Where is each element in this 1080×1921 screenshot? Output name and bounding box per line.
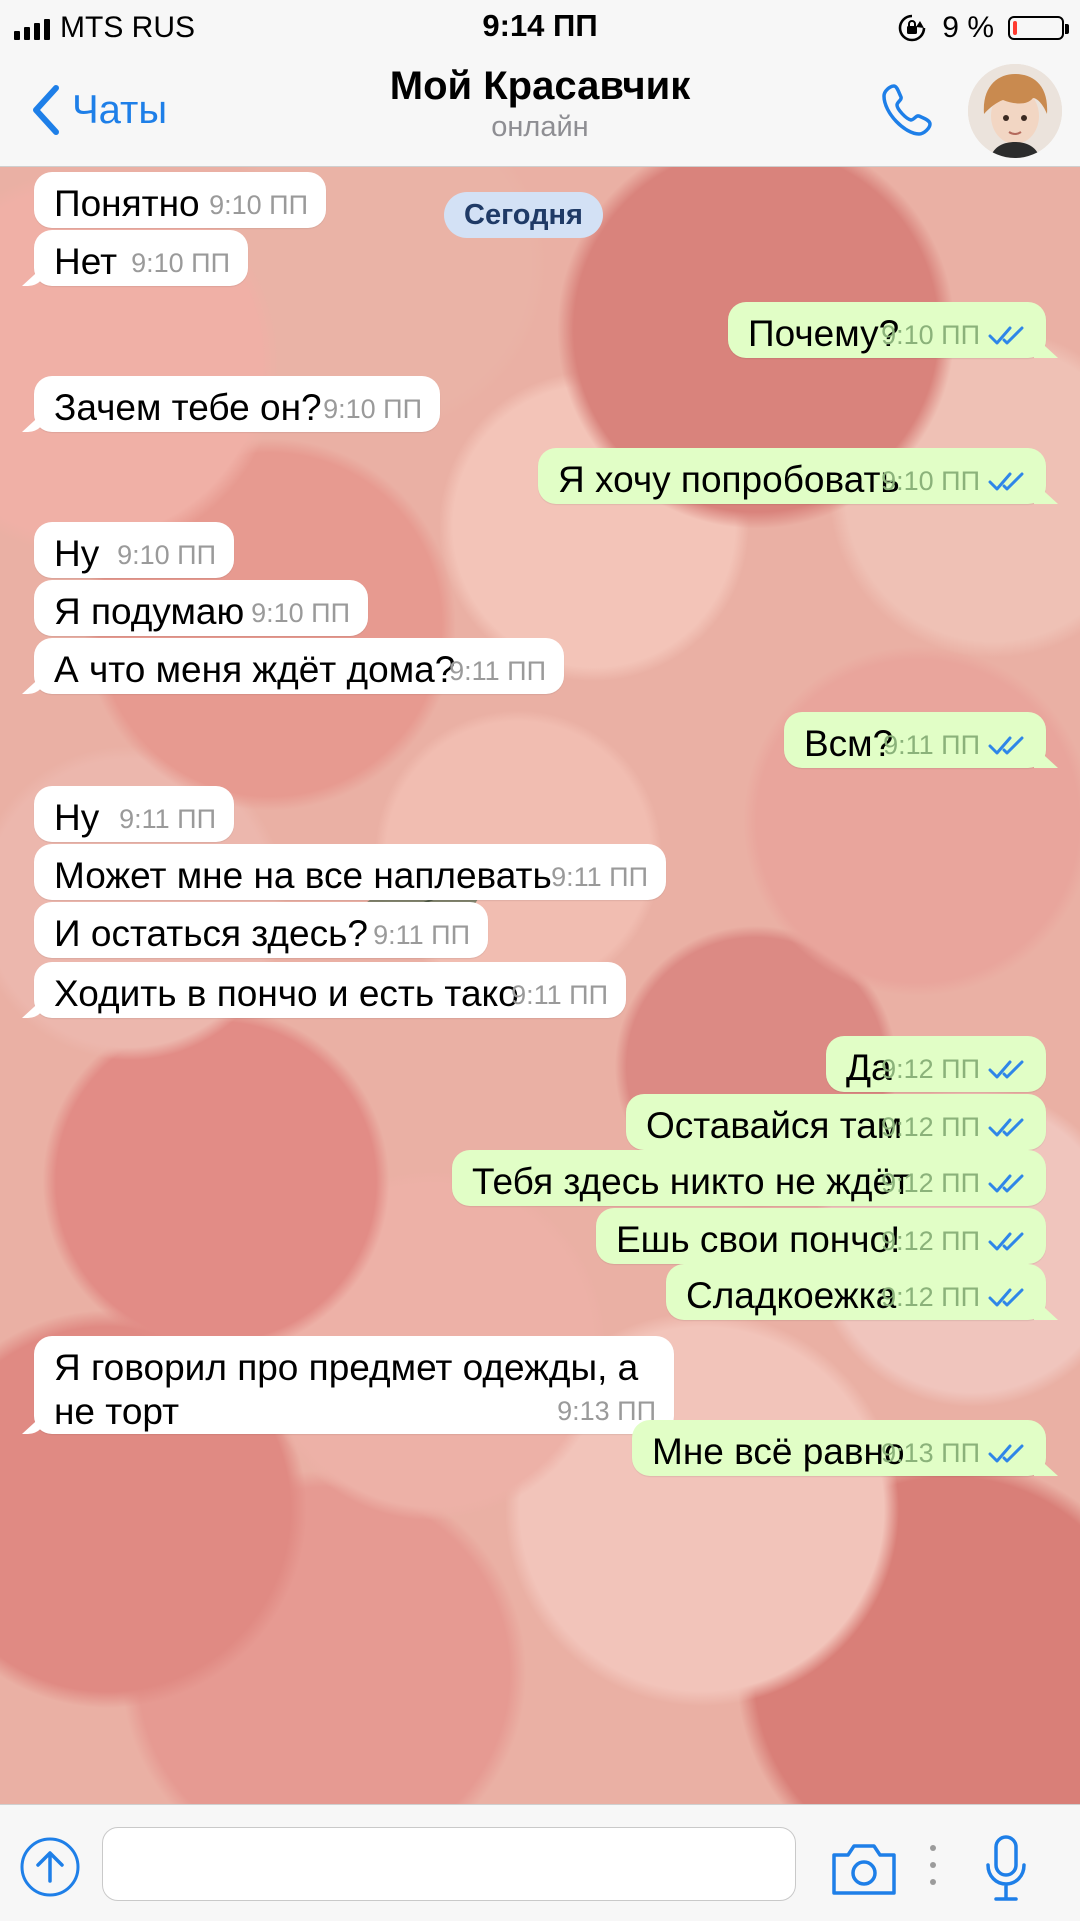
double-check-icon [988,472,1024,491]
message-meta: 9:10 ПП [117,540,216,570]
message-time: 9:11 ПП [883,730,980,760]
message-meta: 9:10 ПП [209,190,308,220]
message-time: 9:11 ПП [119,804,216,834]
double-check-icon [988,1118,1024,1137]
outgoing-message[interactable]: Оставайся там 9:12 ПП [626,1094,1046,1150]
outgoing-message[interactable]: Мне всё равно 9:13 ПП [632,1420,1046,1476]
message-time: 9:12 ПП [881,1168,980,1198]
phone-icon[interactable] [876,78,940,142]
double-check-icon [988,1288,1024,1307]
message-time: 9:11 ПП [449,656,546,686]
incoming-message[interactable]: И остаться здесь? 9:11 ПП [34,902,488,958]
message-meta: 9:12 ПП [881,1112,1028,1142]
camera-icon[interactable] [830,1841,898,1897]
back-button[interactable]: Чаты [30,82,167,138]
message-meta: 9:12 ПП [881,1282,1028,1312]
message-time: 9:10 ПП [209,190,308,220]
message-time: 9:10 ПП [323,394,422,424]
message-meta: 9:12 ПП [881,1226,1028,1256]
outgoing-message[interactable]: Всм? 9:11 ПП [784,712,1046,768]
message-time: 9:12 ПП [881,1282,980,1312]
status-bar: MTS RUS 9:14 ПП 9 % [0,0,1080,56]
message-time: 9:11 ПП [511,980,608,1010]
message-meta: 9:10 ПП [251,598,350,628]
message-meta: 9:11 ПП [373,920,470,950]
double-check-icon [988,736,1024,755]
incoming-message[interactable]: Я говорил про предмет одежды, а не торт 9… [34,1336,674,1434]
message-time: 9:10 ПП [251,598,350,628]
message-meta: 9:11 ПП [449,656,546,686]
message-meta: 9:10 ПП [881,320,1028,350]
outgoing-message[interactable]: Ешь свои пончо! 9:12 ПП [596,1208,1046,1264]
outgoing-message[interactable]: Я хочу попробовать 9:10 ПП [538,448,1046,504]
double-check-icon [988,1444,1024,1463]
message-time: 9:11 ПП [373,920,470,950]
outgoing-message[interactable]: Да 9:12 ПП [826,1036,1046,1092]
message-time: 9:12 ПП [881,1054,980,1084]
outgoing-message[interactable]: Почему? 9:10 ПП [728,302,1046,358]
incoming-message[interactable]: Может мне на все наплевать 9:11 ПП [34,844,666,900]
incoming-message[interactable]: Нет 9:10 ПП [34,230,248,286]
upload-arrow-icon[interactable] [18,1835,82,1899]
message-meta: 9:13 ПП [881,1438,1028,1468]
double-check-icon [988,1232,1024,1251]
message-list[interactable]: Сегодня Понятно 9:10 ПП Нет 9:10 ПП Почему? 9… [0,166,1080,1804]
date-separator: Сегодня [444,192,603,238]
outgoing-message[interactable]: Тебя здесь никто не ждёт 9:12 ПП [452,1150,1046,1206]
back-label: Чаты [72,87,168,132]
message-meta: 9:11 ПП [883,730,1028,760]
chevron-left-icon [33,85,59,135]
double-check-icon [988,1174,1024,1193]
message-meta: 9:11 ПП [511,980,608,1010]
message-meta: 9:10 ПП [131,248,230,278]
incoming-message[interactable]: Ну 9:11 ПП [34,786,234,842]
message-time: 9:12 ПП [881,1226,980,1256]
composer-bar [0,1804,1080,1921]
message-meta: 9:11 ПП [551,862,648,892]
message-meta: 9:12 ПП [881,1168,1028,1198]
battery-icon [1008,16,1069,40]
message-time: 9:11 ПП [551,862,648,892]
message-meta: 9:10 ПП [323,394,422,424]
incoming-message[interactable]: А что меня ждёт дома? 9:11 ПП [34,638,564,694]
vertical-dots-icon[interactable] [928,1845,938,1885]
avatar-image [968,64,1062,158]
message-meta: 9:11 ПП [119,804,216,834]
message-time: 9:10 ПП [881,466,980,496]
rotation-lock-icon [899,14,926,42]
incoming-message[interactable]: Я подумаю 9:10 ПП [34,580,368,636]
incoming-message[interactable]: Ходить в пончо и есть тако 9:11 ПП [34,962,626,1018]
status-right-group: 9 % [896,8,1069,48]
incoming-message[interactable]: Ну 9:10 ПП [34,522,234,578]
double-check-icon [988,326,1024,345]
double-check-icon [988,1060,1024,1079]
message-time: 9:10 ПП [881,320,980,350]
outgoing-message[interactable]: Сладкоежка 9:12 ПП [666,1264,1046,1320]
microphone-icon[interactable] [982,1833,1030,1903]
battery-percent: 9 % [942,11,994,44]
message-time: 9:10 ПП [117,540,216,570]
incoming-message[interactable]: Понятно 9:10 ПП [34,172,326,228]
contact-avatar[interactable] [968,64,1062,158]
message-meta: 9:12 ПП [881,1054,1028,1084]
message-time: 9:10 ПП [131,248,230,278]
battery-level-fill [1013,21,1017,35]
incoming-message[interactable]: Зачем тебе он? 9:10 ПП [34,376,440,432]
message-meta: 9:10 ПП [881,466,1028,496]
message-time: 9:13 ПП [881,1438,980,1468]
message-time: 9:12 ПП [881,1112,980,1142]
message-input[interactable] [102,1827,796,1901]
chat-header: Чаты Мой Красавчик онлайн [0,56,1080,167]
